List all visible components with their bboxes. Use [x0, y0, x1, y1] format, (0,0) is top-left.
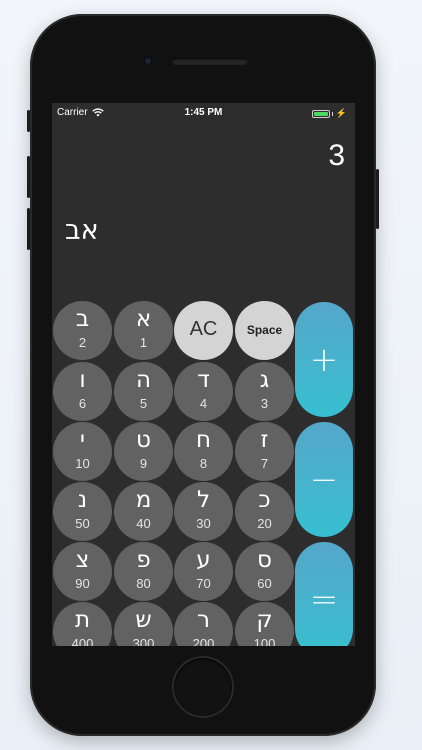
power-button: [376, 169, 379, 229]
key-het[interactable]: ח 8: [174, 422, 233, 481]
key-letter: נ: [77, 487, 88, 513]
home-button[interactable]: [174, 658, 232, 716]
key-pe[interactable]: פ 80: [114, 542, 173, 601]
clear-label: AC: [189, 318, 218, 340]
key-letter: ש: [135, 607, 152, 633]
key-letter: ק: [256, 607, 273, 633]
key-mem[interactable]: מ 40: [114, 482, 173, 541]
key-kaf[interactable]: כ 20: [235, 482, 294, 541]
input-display: אב: [65, 215, 99, 246]
key-letter: כ: [258, 487, 271, 513]
volume-up-button: [27, 156, 30, 198]
key-value: 300: [132, 636, 155, 646]
battery-body: [311, 109, 330, 118]
phone-frame: Carrier 1:45 PM ⚡ 3 אב ב 2 א 1 AC Space …: [27, 14, 379, 736]
key-letter: ס: [257, 547, 272, 573]
minus-symbol: −: [309, 459, 339, 500]
key-letter: ה: [135, 367, 152, 393]
mute-switch: [27, 110, 30, 132]
key-letter: ל: [196, 487, 211, 513]
key-value: 200: [192, 636, 215, 646]
equals-symbol: =: [309, 580, 339, 620]
plus-symbol: +: [309, 339, 339, 380]
key-samekh[interactable]: ס 60: [235, 542, 294, 601]
key-value: 10: [75, 456, 90, 471]
key-letter: ב: [75, 306, 90, 332]
key-value: 20: [257, 516, 272, 531]
key-value: 100: [253, 636, 276, 646]
space-label: Space: [246, 323, 283, 337]
battery-cap: [331, 111, 333, 116]
key-bet[interactable]: ב 2: [53, 301, 112, 360]
key-tet[interactable]: ט 9: [114, 422, 173, 481]
bolt-icon: ⚡: [335, 108, 347, 118]
key-letter: צ: [75, 547, 90, 573]
key-tsadi[interactable]: צ 90: [53, 542, 112, 601]
key-letter: ז: [260, 427, 269, 453]
key-vav[interactable]: ו 6: [53, 362, 112, 421]
key-yod[interactable]: י 10: [53, 422, 112, 481]
key-value: 70: [196, 576, 211, 591]
key-letter: ו: [79, 367, 86, 393]
key-he[interactable]: ה 5: [114, 362, 173, 421]
key-letter: י: [79, 427, 86, 453]
key-dalet[interactable]: ד 4: [174, 362, 233, 421]
key-alef[interactable]: א 1: [114, 301, 173, 360]
key-ayin[interactable]: ע 70: [174, 542, 233, 601]
result-display: 3: [328, 139, 345, 172]
key-value: 3: [260, 396, 269, 411]
key-value: 4: [199, 396, 208, 411]
key-value: 6: [78, 396, 87, 411]
clear-button[interactable]: AC: [174, 301, 233, 360]
key-letter: א: [135, 306, 152, 332]
key-value: 2: [78, 335, 87, 350]
key-tav[interactable]: ת 400: [53, 602, 112, 646]
key-value: 8: [199, 456, 208, 471]
key-letter: מ: [135, 487, 152, 513]
front-camera: [143, 56, 153, 66]
status-bar: Carrier 1:45 PM ⚡: [52, 103, 355, 123]
key-shin[interactable]: ש 300: [114, 602, 173, 646]
key-value: 40: [136, 516, 151, 531]
earpiece-speaker: [172, 58, 248, 65]
key-zayin[interactable]: ז 7: [235, 422, 294, 481]
key-qof[interactable]: ק 100: [235, 602, 294, 646]
key-resh[interactable]: ר 200: [174, 602, 233, 646]
battery-fill: [313, 111, 328, 116]
key-value: 400: [71, 636, 94, 646]
space-button[interactable]: Space: [235, 301, 294, 360]
key-gimel[interactable]: ג 3: [235, 362, 294, 421]
key-letter: ט: [136, 427, 151, 453]
key-value: 80: [136, 576, 151, 591]
key-nun[interactable]: נ 50: [53, 482, 112, 541]
key-lamed[interactable]: ל 30: [174, 482, 233, 541]
key-value: 30: [196, 516, 211, 531]
key-value: 90: [75, 576, 90, 591]
app-screen: Carrier 1:45 PM ⚡ 3 אב ב 2 א 1 AC Space …: [52, 103, 355, 646]
key-letter: ח: [195, 427, 212, 453]
volume-down-button: [27, 208, 30, 250]
key-value: 9: [139, 456, 148, 471]
key-letter: ר: [197, 607, 210, 633]
plus-button[interactable]: +: [295, 302, 353, 417]
key-letter: ג: [259, 367, 270, 393]
key-letter: פ: [136, 547, 151, 573]
battery-icon: ⚡: [311, 108, 347, 119]
key-value: 50: [75, 516, 90, 531]
key-value: 1: [139, 335, 148, 350]
key-value: 7: [260, 456, 269, 471]
equals-button[interactable]: =: [295, 542, 353, 646]
key-letter: ע: [196, 547, 211, 573]
status-time: 1:45 PM: [184, 107, 223, 118]
minus-button[interactable]: −: [295, 422, 353, 537]
key-value: 60: [257, 576, 272, 591]
key-letter: ת: [74, 607, 91, 633]
key-letter: ד: [197, 367, 210, 393]
key-value: 5: [139, 396, 148, 411]
